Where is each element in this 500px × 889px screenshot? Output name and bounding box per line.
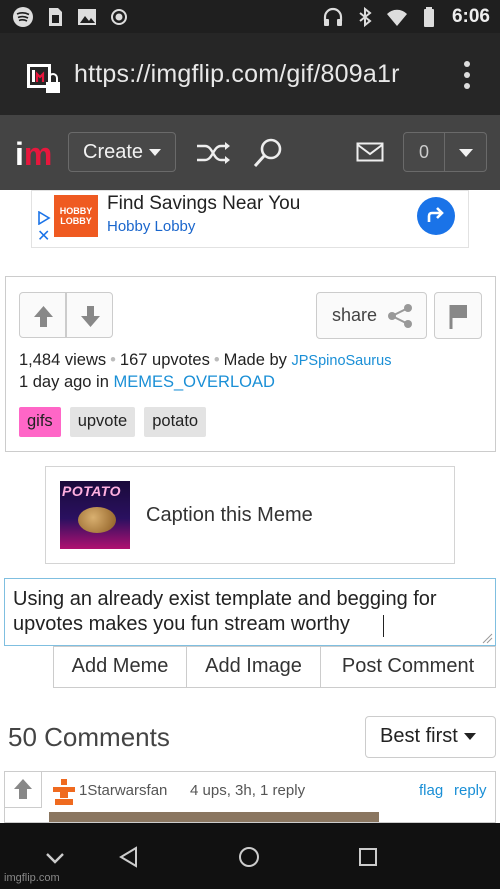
add-image-button[interactable]: Add Image	[187, 647, 321, 687]
flag-icon	[449, 305, 467, 329]
sort-label: Best first	[380, 725, 458, 747]
search-icon[interactable]	[252, 137, 284, 169]
comment-image[interactable]	[49, 812, 379, 822]
thumbnail-text: POTATO	[62, 483, 121, 499]
notifications-button[interactable]: 0	[403, 132, 487, 172]
potato-image	[78, 507, 116, 533]
home-icon[interactable]	[238, 846, 260, 868]
made-by-label: Made by	[223, 351, 287, 369]
clock-time: 6:06	[451, 6, 490, 27]
meme-posted-info: 1 day ago in MEMES_OVERLOAD	[19, 373, 275, 392]
hobby-lobby-logo: HOBBY LOBBY	[54, 195, 98, 237]
comment-input[interactable]	[4, 578, 496, 646]
author-link[interactable]: JPSpinoSaurus	[292, 353, 392, 369]
create-button-label: Create	[83, 141, 144, 163]
tag-potato[interactable]: potato	[144, 407, 207, 437]
ad-title[interactable]: Find Savings Near You	[107, 193, 300, 215]
imgflip-watermark: imgflip.com	[4, 872, 60, 884]
sort-dropdown[interactable]: Best first	[365, 716, 496, 758]
back-icon[interactable]	[118, 846, 140, 868]
recents-icon[interactable]	[358, 847, 378, 867]
create-button[interactable]: Create	[68, 132, 176, 172]
lock-icon	[27, 64, 60, 93]
comment-upvote-button[interactable]	[5, 772, 42, 808]
image-icon	[78, 9, 96, 25]
resize-handle-icon[interactable]	[482, 633, 493, 644]
bluetooth-icon	[359, 6, 372, 28]
separator: •	[213, 351, 220, 369]
headphones-icon	[323, 7, 343, 26]
chevron-down-icon	[149, 149, 162, 157]
arrow-up-icon	[14, 779, 32, 799]
stream-link[interactable]: MEMES_OVERLOAD	[114, 373, 275, 391]
share-label: share	[332, 305, 378, 325]
caption-this-meme-button[interactable]: POTATO Caption this Meme	[45, 466, 455, 564]
meme-info-panel: share 1,484 views • 167 upvotes • Made by JP…	[5, 276, 496, 452]
text-cursor	[383, 615, 384, 637]
comment-meta: 4 ups, 3h, 1 reply	[190, 782, 306, 799]
add-meme-button[interactable]: Add Meme	[54, 647, 187, 687]
notification-count: 0	[419, 142, 430, 162]
chevron-down-icon	[459, 149, 473, 157]
sim-card-icon	[49, 8, 62, 26]
flag-button[interactable]	[434, 292, 482, 339]
status-bar: 6:06	[0, 0, 500, 33]
comment-reply-link[interactable]: reply	[454, 782, 487, 799]
upvote-button[interactable]	[19, 292, 66, 338]
ad-subtitle[interactable]: Hobby Lobby	[107, 218, 195, 235]
comment-item: 1Starwarsfan 4 ups, 3h, 1 reply flag rep…	[4, 771, 496, 823]
share-icon	[388, 304, 412, 328]
ad-banner[interactable]: ✕ HOBBY LOBBY Find Savings Near You Hobb…	[31, 190, 469, 248]
mail-icon[interactable]	[356, 142, 384, 162]
caption-label: Caption this Meme	[146, 504, 313, 526]
comment-username[interactable]: 1Starwarsfan	[79, 782, 167, 799]
divider	[444, 133, 445, 171]
comments-count: 50 Comments	[8, 722, 170, 752]
comment-flag-link[interactable]: flag	[419, 782, 443, 799]
kebab-menu-icon[interactable]	[462, 60, 472, 90]
separator: •	[110, 351, 116, 369]
upvote-count: 167 upvotes	[119, 351, 210, 369]
record-icon	[111, 9, 127, 25]
meme-stats: 1,484 views • 167 upvotes • Made by JPSpinoS…	[19, 351, 391, 370]
ad-choices-icon[interactable]	[37, 211, 51, 225]
downvote-button[interactable]	[66, 292, 113, 338]
tag-list: gifs upvote potato	[19, 407, 207, 437]
comment-actions: Add Meme Add Image Post Comment	[53, 646, 496, 688]
user-avatar-icon[interactable]	[51, 779, 77, 807]
tag-gifs[interactable]: gifs	[19, 407, 61, 437]
meme-thumbnail: POTATO	[60, 481, 130, 549]
imgflip-logo[interactable]: im	[15, 138, 52, 170]
posted-time: 1 day ago in	[19, 373, 109, 391]
ad-close-icon[interactable]: ✕	[37, 229, 50, 245]
post-comment-button[interactable]: Post Comment	[321, 647, 495, 687]
share-button[interactable]: share	[316, 292, 427, 339]
wifi-icon	[386, 9, 407, 26]
url-text[interactable]: https://imgflip.com/gif/809a1r	[74, 60, 400, 89]
battery-icon	[423, 7, 434, 27]
shuffle-icon[interactable]	[195, 140, 233, 166]
arrow-up-icon	[34, 306, 53, 327]
directions-arrow-icon[interactable]	[417, 197, 455, 235]
chevron-down-icon[interactable]	[44, 851, 66, 865]
spotify-icon	[13, 7, 33, 27]
tag-upvote[interactable]: upvote	[69, 407, 136, 437]
arrow-down-icon	[81, 306, 100, 327]
chevron-down-icon	[463, 733, 476, 741]
view-count: 1,484 views	[19, 351, 107, 369]
